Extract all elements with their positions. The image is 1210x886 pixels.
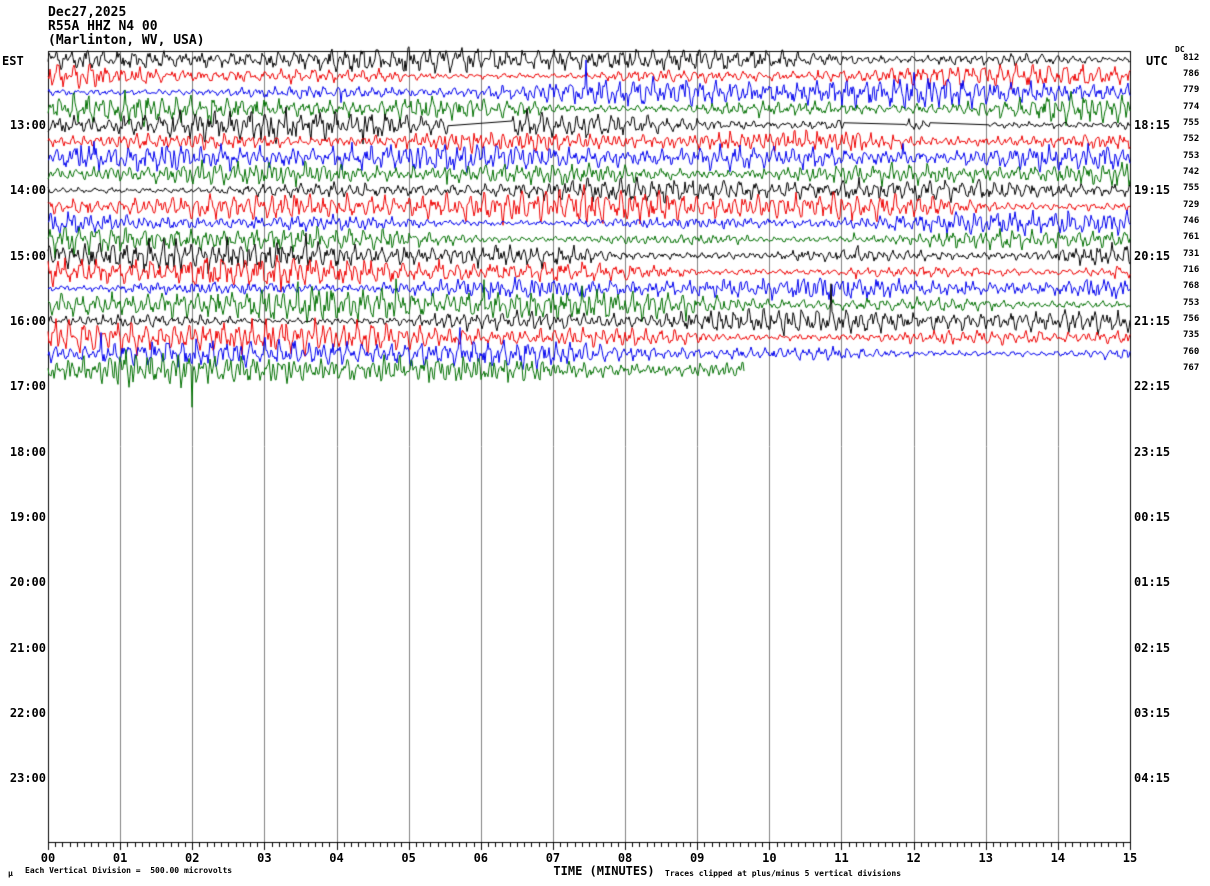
left-time-label: 17:00 bbox=[9, 379, 46, 394]
right-time-label: 19:15 bbox=[1134, 183, 1171, 198]
dc-value: 755 bbox=[1183, 118, 1200, 129]
header-station: R55A HHZ N4 00 bbox=[48, 19, 158, 34]
seismogram-traces-canvas bbox=[0, 0, 1210, 886]
x-axis-tick-label: 15 bbox=[1122, 851, 1138, 865]
x-axis-tick-label: 13 bbox=[978, 851, 993, 865]
dc-value: 742 bbox=[1183, 167, 1200, 177]
right-time-label: 01:15 bbox=[1134, 575, 1171, 590]
left-time-label: 13:00 bbox=[9, 118, 46, 133]
x-axis-tick-label: 03 bbox=[257, 851, 272, 865]
microvolt-mark: µ bbox=[8, 869, 13, 878]
dc-value: 786 bbox=[1183, 69, 1200, 80]
helicorder-plot: Dec27,2025 R55A HHZ N4 00 (Marlinton, WV… bbox=[0, 0, 1210, 886]
dc-value: 767 bbox=[1183, 362, 1200, 373]
left-time-label: 23:00 bbox=[9, 771, 46, 786]
left-axis-title: EST bbox=[2, 54, 24, 68]
dc-value: 735 bbox=[1183, 330, 1200, 341]
x-axis-tick-label: 08 bbox=[617, 851, 633, 865]
dc-value: 812 bbox=[1183, 52, 1200, 63]
x-axis-tick-label: 00 bbox=[40, 851, 56, 865]
right-time-label: 03:15 bbox=[1134, 705, 1171, 720]
dc-value: 753 bbox=[1183, 150, 1200, 161]
left-time-label: 19:00 bbox=[9, 509, 46, 524]
left-time-label: 14:00 bbox=[9, 183, 46, 198]
dc-value: 752 bbox=[1183, 134, 1200, 145]
left-time-label: 16:00 bbox=[9, 313, 46, 328]
x-axis-tick-label: 09 bbox=[689, 851, 705, 865]
header-date: Dec27,2025 bbox=[48, 5, 127, 20]
left-time-label: 15:00 bbox=[9, 248, 46, 263]
dc-value: 779 bbox=[1183, 85, 1200, 96]
helicorder-page: { "header": { "date": "Dec27,2025", "sta… bbox=[0, 0, 1210, 886]
dc-value: 716 bbox=[1183, 264, 1200, 275]
right-time-label: 00:15 bbox=[1134, 509, 1171, 524]
x-axis-tick-label: 02 bbox=[185, 851, 200, 865]
dc-value: 755 bbox=[1183, 183, 1200, 194]
x-axis-tick-label: 10 bbox=[762, 851, 777, 865]
left-time-label: 20:00 bbox=[9, 575, 46, 590]
scale-note: Each Vertical Division = 500.00 microvol… bbox=[25, 866, 233, 875]
right-time-label: 21:15 bbox=[1134, 313, 1171, 328]
dc-value: 746 bbox=[1183, 216, 1200, 226]
x-axis-tick-label: 14 bbox=[1050, 851, 1066, 865]
right-time-label: 22:15 bbox=[1134, 379, 1171, 394]
right-time-label: 23:15 bbox=[1134, 444, 1171, 459]
x-axis-tick-label: 06 bbox=[473, 851, 489, 865]
left-time-label: 18:00 bbox=[9, 444, 46, 459]
x-axis-tick-label: 11 bbox=[834, 851, 849, 865]
x-axis-tick-label: 04 bbox=[329, 851, 344, 865]
dc-value: 760 bbox=[1183, 346, 1200, 357]
dc-value: 729 bbox=[1183, 199, 1200, 210]
x-axis-title: TIME (MINUTES) bbox=[553, 864, 655, 878]
dc-value: 761 bbox=[1183, 232, 1200, 243]
x-axis-tick-label: 01 bbox=[112, 851, 128, 865]
dc-value: 753 bbox=[1183, 297, 1200, 308]
clip-note: Traces clipped at plus/minus 5 vertical … bbox=[665, 869, 902, 878]
dc-value: 774 bbox=[1183, 101, 1200, 112]
left-time-label: 22:00 bbox=[9, 705, 46, 720]
left-time-label: 21:00 bbox=[9, 640, 46, 655]
dc-value: 731 bbox=[1183, 248, 1200, 259]
right-axis-title: UTC bbox=[1146, 54, 1168, 68]
right-time-label: 04:15 bbox=[1134, 771, 1171, 786]
right-time-label: 18:15 bbox=[1134, 118, 1171, 133]
x-axis-tick-label: 07 bbox=[545, 851, 561, 865]
right-time-label: 20:15 bbox=[1134, 248, 1171, 263]
x-axis-tick-label: 05 bbox=[401, 851, 416, 865]
dc-value: 768 bbox=[1183, 281, 1200, 292]
header-location: (Marlinton, WV, USA) bbox=[48, 33, 205, 48]
x-axis-tick-label: 12 bbox=[906, 851, 921, 865]
dc-value: 756 bbox=[1183, 313, 1200, 324]
right-time-label: 02:15 bbox=[1134, 640, 1171, 655]
